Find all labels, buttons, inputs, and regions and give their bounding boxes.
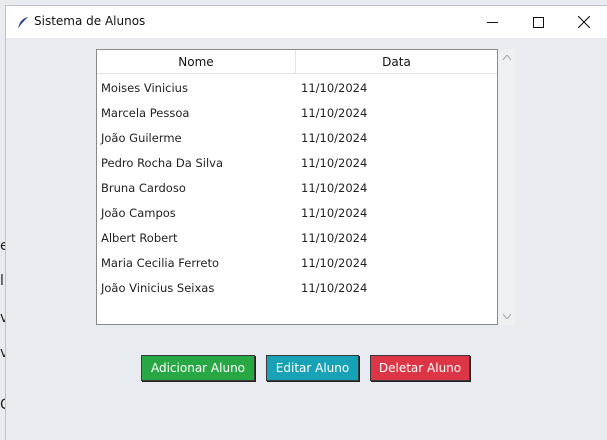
table-row[interactable]: Moises Vinicius 11/10/2024 <box>97 75 497 100</box>
cell-nome: Pedro Rocha Da Silva <box>101 155 223 170</box>
cell-data: 11/10/2024 <box>301 280 368 295</box>
minimize-button[interactable] <box>469 6 515 38</box>
cell-nome: João Guilerme <box>101 130 182 145</box>
maximize-button[interactable] <box>515 6 561 38</box>
table-row[interactable]: João Campos 11/10/2024 <box>97 200 497 225</box>
feather-icon <box>16 15 30 30</box>
cell-data: 11/10/2024 <box>301 230 368 245</box>
cell-data: 11/10/2024 <box>301 155 368 170</box>
cell-data: 11/10/2024 <box>301 80 368 95</box>
cell-nome: Moises Vinicius <box>101 80 188 95</box>
table-row[interactable]: Maria Cecilia Ferreto 11/10/2024 <box>97 250 497 275</box>
students-table[interactable]: Nome Data Moises Vinicius 11/10/2024 Mar… <box>96 49 498 325</box>
cell-nome: Maria Cecilia Ferreto <box>101 255 219 270</box>
cell-data: 11/10/2024 <box>301 180 368 195</box>
table-row[interactable]: Pedro Rocha Da Silva 11/10/2024 <box>97 150 497 175</box>
table-row[interactable]: Bruna Cardoso 11/10/2024 <box>97 175 497 200</box>
cell-data: 11/10/2024 <box>301 130 368 145</box>
add-student-button[interactable]: Adicionar Aluno <box>141 355 255 381</box>
table-row[interactable]: Marcela Pessoa 11/10/2024 <box>97 100 497 125</box>
scroll-down-icon[interactable] <box>498 308 515 325</box>
background-text-fragment: l <box>0 273 4 289</box>
column-header-data[interactable]: Data <box>296 50 497 73</box>
cell-nome: Albert Robert <box>101 230 178 245</box>
table-row[interactable]: João Vinicius Seixas 11/10/2024 <box>97 275 497 300</box>
column-header-nome[interactable]: Nome <box>97 50 296 73</box>
table-header: Nome Data <box>97 50 497 74</box>
edit-student-button[interactable]: Editar Aluno <box>266 355 359 381</box>
close-button[interactable] <box>561 6 607 38</box>
vertical-scrollbar[interactable] <box>498 49 515 325</box>
cell-nome: João Campos <box>101 205 176 220</box>
maximize-icon <box>532 13 544 32</box>
app-window: Sistema de Alunos Nome Data Moises Vinic… <box>5 5 607 440</box>
window-title: Sistema de Alunos <box>34 14 146 28</box>
cell-nome: Bruna Cardoso <box>101 180 186 195</box>
cell-nome: João Vinicius Seixas <box>101 280 215 295</box>
cell-data: 11/10/2024 <box>301 105 368 120</box>
delete-student-button[interactable]: Deletar Aluno <box>370 355 470 381</box>
title-bar[interactable]: Sistema de Alunos <box>6 6 607 38</box>
cell-data: 11/10/2024 <box>301 205 368 220</box>
scroll-up-icon[interactable] <box>498 49 515 66</box>
table-row[interactable]: Albert Robert 11/10/2024 <box>97 225 497 250</box>
minimize-icon <box>486 13 498 32</box>
close-icon <box>577 13 591 32</box>
table-row[interactable]: João Guilerme 11/10/2024 <box>97 125 497 150</box>
cell-data: 11/10/2024 <box>301 255 368 270</box>
cell-nome: Marcela Pessoa <box>101 105 190 120</box>
